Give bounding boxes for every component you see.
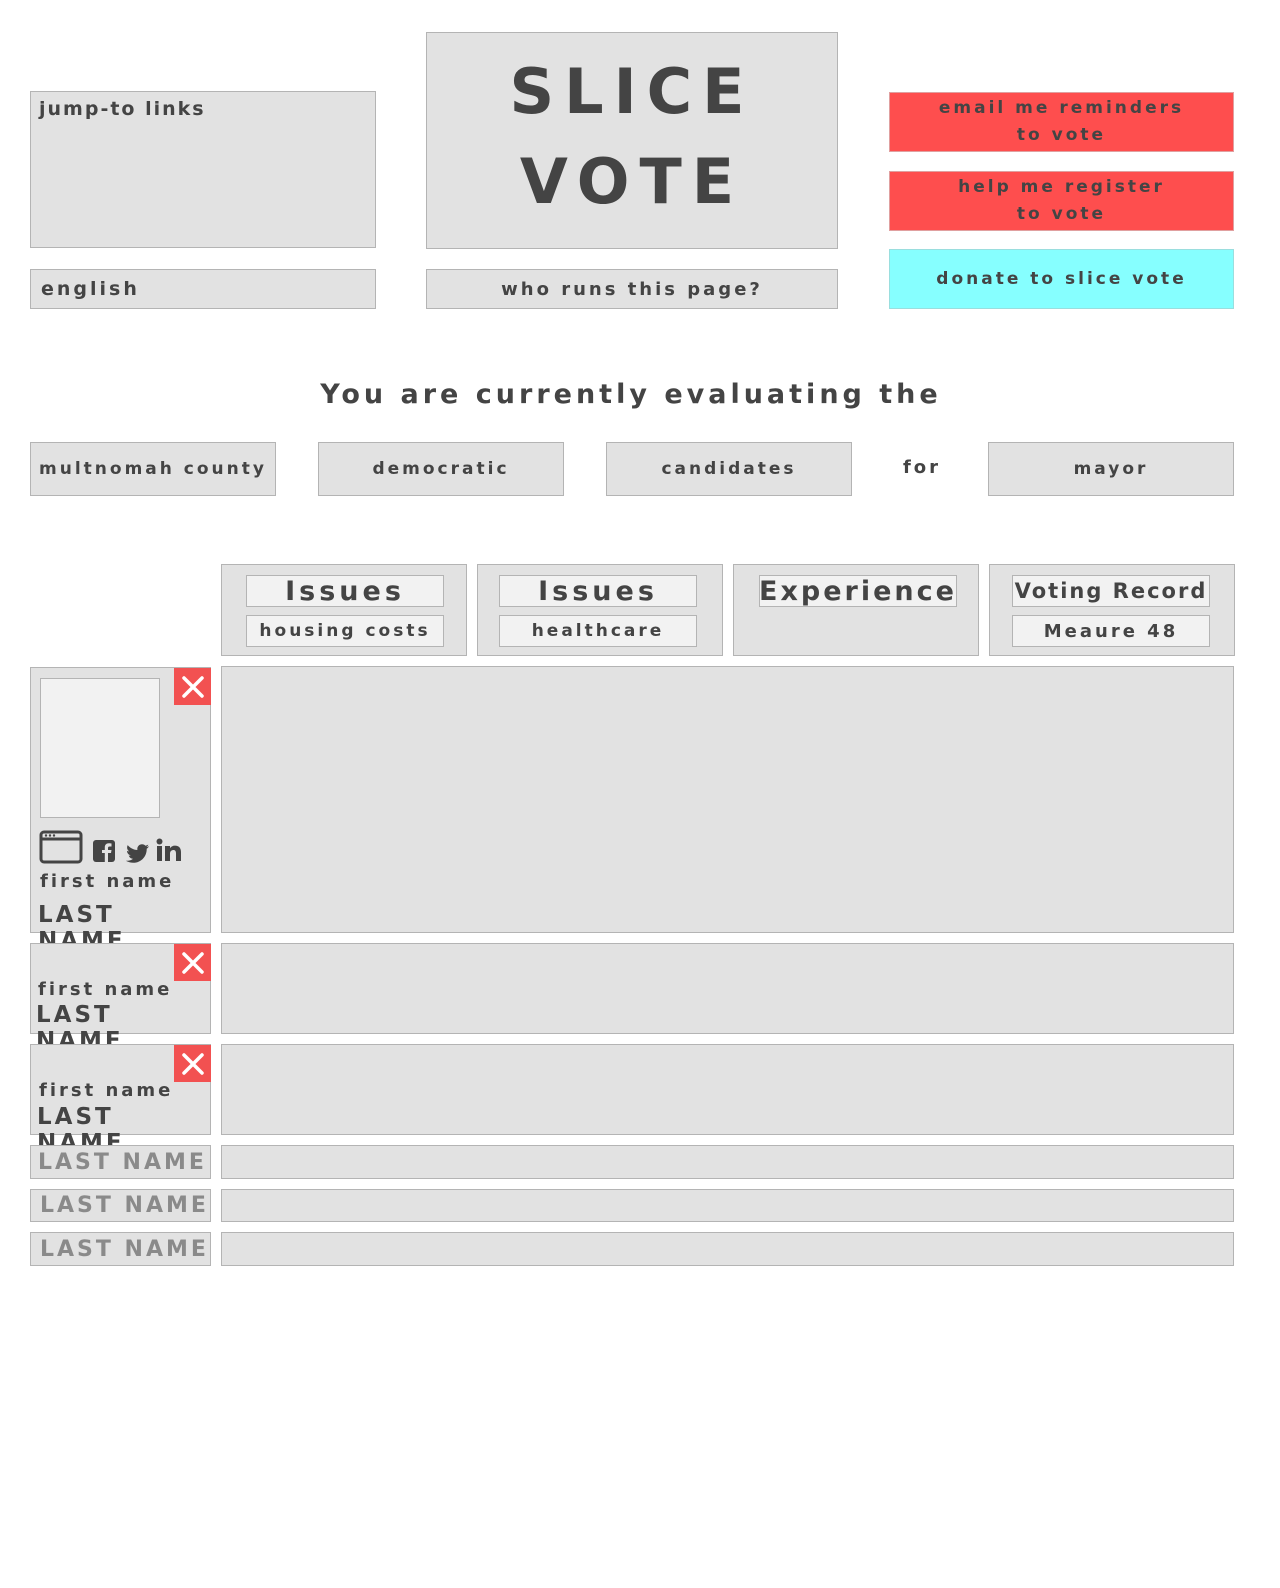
jump-to-links-label: jump-to links bbox=[39, 98, 206, 120]
candidate-first-name: first name bbox=[40, 871, 175, 892]
register-line1: help me register bbox=[958, 177, 1165, 197]
linkedin-icon[interactable] bbox=[156, 838, 182, 866]
jump-to-links-panel[interactable]: jump-to links bbox=[30, 91, 376, 248]
column-subtitle[interactable]: healthcare bbox=[499, 615, 697, 647]
column-header-voting-record[interactable]: Voting Record Meaure 48 bbox=[989, 564, 1235, 656]
close-icon[interactable] bbox=[174, 668, 211, 705]
who-runs-this-page-link[interactable]: who runs this page? bbox=[426, 269, 838, 309]
collapsed-comparison-row[interactable] bbox=[221, 1189, 1234, 1222]
facebook-icon[interactable] bbox=[93, 840, 115, 866]
office-selector[interactable]: mayor bbox=[988, 442, 1234, 496]
candidate-first-name: first name bbox=[38, 979, 173, 1000]
office-label: mayor bbox=[1073, 459, 1149, 479]
logo-line-slice: SLICE bbox=[509, 55, 755, 128]
browser-window-icon[interactable] bbox=[39, 830, 83, 868]
candidate-card[interactable]: first name LAST NAME bbox=[30, 667, 211, 954]
candidate-photo bbox=[40, 678, 160, 818]
county-label: multnomah county bbox=[39, 459, 267, 479]
column-header-healthcare[interactable]: Issues healthcare bbox=[477, 564, 723, 656]
email-reminders-button[interactable]: email me reminders to vote bbox=[889, 92, 1234, 152]
candidate-card[interactable]: first name LAST NAME bbox=[30, 1044, 211, 1156]
candidate-last-name: LAST NAME bbox=[40, 1193, 209, 1218]
evaluation-heading: You are currently evaluating the bbox=[320, 379, 942, 410]
column-title: Issues bbox=[246, 575, 444, 607]
collapsed-comparison-row[interactable] bbox=[221, 1232, 1234, 1266]
county-selector[interactable]: multnomah county bbox=[30, 442, 276, 496]
email-reminders-line1: email me reminders bbox=[938, 98, 1185, 118]
column-header-housing[interactable]: Issues housing costs bbox=[221, 564, 467, 656]
column-subtitle[interactable]: Meaure 48 bbox=[1012, 615, 1210, 647]
collapsed-candidate[interactable]: LAST NAME bbox=[30, 1189, 211, 1222]
column-title: Issues bbox=[499, 575, 697, 607]
candidate-card[interactable]: first name LAST NAME bbox=[30, 943, 211, 1054]
candidate-comparison-row[interactable] bbox=[221, 1044, 1234, 1135]
collapsed-candidate[interactable]: LAST NAME bbox=[30, 1145, 211, 1179]
language-selector[interactable]: english bbox=[30, 269, 376, 309]
candidate-last-name: LAST NAME bbox=[40, 1236, 209, 1262]
register-line2: to vote bbox=[1016, 204, 1107, 224]
close-icon[interactable] bbox=[174, 1045, 211, 1082]
logo-line-vote: VOTE bbox=[519, 145, 745, 218]
candidate-comparison-row[interactable] bbox=[221, 666, 1234, 933]
email-reminders-line2: to vote bbox=[1016, 125, 1107, 145]
type-label: candidates bbox=[661, 459, 797, 479]
candidate-first-name: first name bbox=[39, 1080, 174, 1101]
candidate-last-name: LAST NAME bbox=[38, 1149, 207, 1175]
for-connector: for bbox=[902, 456, 942, 478]
candidate-comparison-row[interactable] bbox=[221, 943, 1234, 1034]
twitter-icon[interactable] bbox=[126, 844, 150, 868]
party-selector[interactable]: democratic bbox=[318, 442, 564, 496]
type-selector[interactable]: candidates bbox=[606, 442, 852, 496]
donate-label: donate to slice vote bbox=[936, 269, 1187, 289]
register-to-vote-button[interactable]: help me register to vote bbox=[889, 171, 1234, 231]
column-title: Voting Record bbox=[1012, 575, 1210, 607]
donate-button[interactable]: donate to slice vote bbox=[889, 249, 1234, 309]
column-subtitle[interactable]: housing costs bbox=[246, 615, 444, 647]
who-runs-label: who runs this page? bbox=[501, 278, 763, 300]
column-header-experience[interactable]: Experience bbox=[733, 564, 979, 656]
collapsed-comparison-row[interactable] bbox=[221, 1145, 1234, 1179]
collapsed-candidate[interactable]: LAST NAME bbox=[30, 1232, 211, 1266]
language-label: english bbox=[41, 278, 140, 300]
close-icon[interactable] bbox=[174, 944, 211, 981]
site-logo[interactable]: SLICE VOTE bbox=[426, 32, 838, 249]
party-label: democratic bbox=[372, 459, 510, 479]
column-title: Experience bbox=[759, 575, 957, 607]
